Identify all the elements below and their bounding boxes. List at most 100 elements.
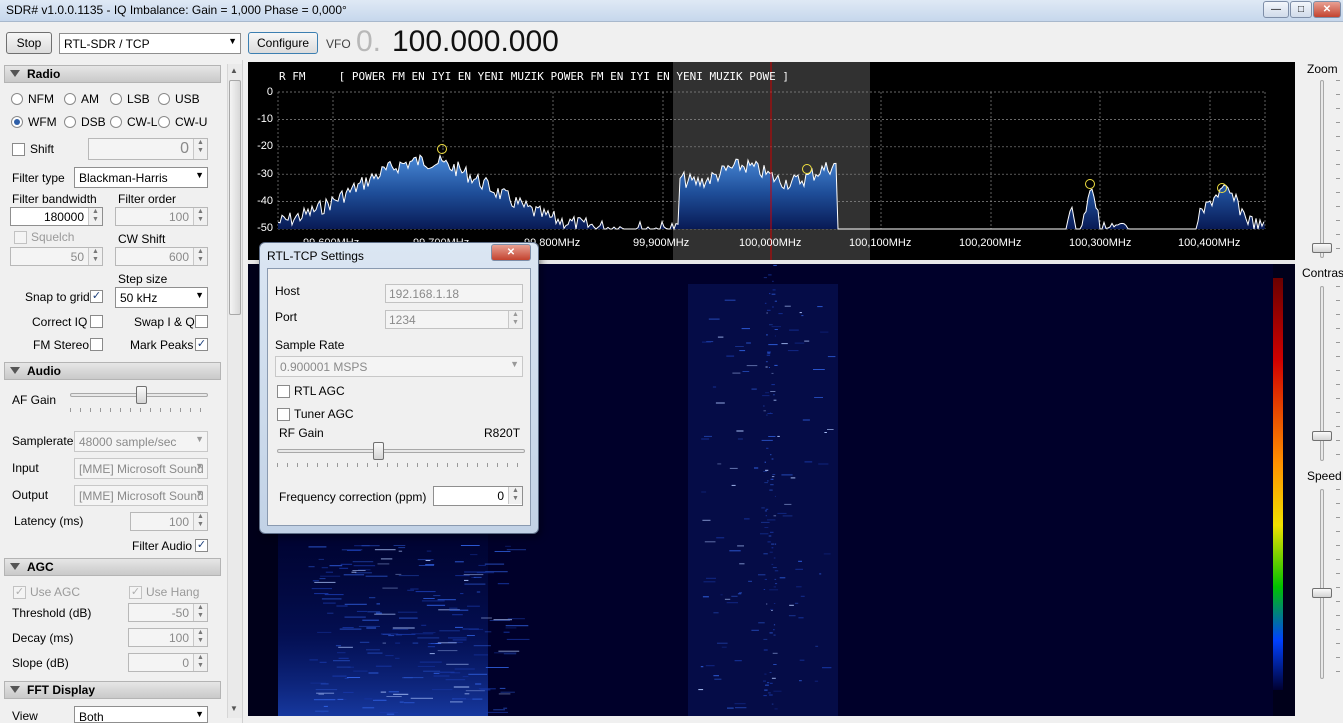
freq-correction-value: 0: [497, 489, 504, 503]
squelch-input[interactable]: 50 ▲ ▼: [10, 247, 103, 266]
latency-input[interactable]: 100 ▲ ▼: [130, 512, 208, 531]
mark-peaks-label: Mark Peaks: [130, 338, 194, 352]
port-input[interactable]: 1234 ▲ ▼: [385, 310, 523, 329]
spinner-icon[interactable]: ▲ ▼: [193, 654, 207, 671]
mode-radio-dsb[interactable]: [64, 116, 76, 128]
maximize-button[interactable]: □: [1290, 1, 1312, 18]
filter-bandwidth-input[interactable]: 180000 ▲ ▼: [10, 207, 103, 226]
input-device-select[interactable]: [MME] Microsoft Sound ▼: [74, 458, 208, 479]
configure-button[interactable]: Configure: [248, 32, 318, 54]
tuner-agc-checkbox[interactable]: [277, 408, 290, 421]
mode-radio-nfm[interactable]: [11, 93, 23, 105]
vfo-prefix: 0.: [356, 25, 382, 58]
squelch-checkbox[interactable]: [14, 231, 27, 244]
close-button[interactable]: ✕: [1313, 1, 1341, 18]
freq-label: 100,100MHz: [849, 237, 912, 249]
freq-correction-input[interactable]: 0 ▲ ▼: [433, 486, 523, 506]
spinner-icon[interactable]: ▲ ▼: [193, 139, 207, 159]
cw-shift-input[interactable]: 600 ▲ ▼: [115, 247, 208, 266]
spinner-icon[interactable]: ▲ ▼: [508, 487, 522, 504]
agc-section-title: AGC: [27, 560, 54, 574]
step-size-value: 50 kHz: [120, 291, 158, 305]
radio-section-header[interactable]: Radio: [4, 65, 221, 83]
snap-to-grid-checkbox[interactable]: ✓: [90, 290, 103, 303]
audio-section-header[interactable]: Audio: [4, 362, 221, 380]
filter-type-select[interactable]: Blackman-Harris ▼: [74, 167, 208, 188]
vfo-label: VFO: [326, 37, 351, 51]
contrast-slider[interactable]: [1312, 431, 1332, 441]
filter-order-input[interactable]: 100 ▲ ▼: [115, 207, 208, 226]
view-select[interactable]: Both ▼: [74, 706, 208, 723]
zoom-slider[interactable]: [1312, 243, 1332, 253]
fm-stereo-checkbox[interactable]: [90, 338, 103, 351]
fft-section-title: FFT Display: [27, 683, 96, 697]
use-hang-checkbox[interactable]: ✓: [129, 586, 142, 599]
spectrum-display[interactable]: R FM [ POWER FM EN IYI EN YENI MUZIK POW…: [248, 62, 1295, 260]
decay-input[interactable]: 100 ▲ ▼: [128, 628, 208, 647]
shift-checkbox[interactable]: [12, 143, 25, 156]
slope-label: Slope (dB): [12, 656, 69, 670]
scroll-down-icon[interactable]: ▼: [230, 704, 238, 713]
mode-radio-usb[interactable]: [158, 93, 170, 105]
sample-rate-label: Sample Rate: [275, 338, 345, 352]
filter-audio-checkbox[interactable]: ✓: [195, 539, 208, 552]
stop-button[interactable]: Stop: [6, 32, 52, 54]
correct-iq-checkbox[interactable]: [90, 315, 103, 328]
spinner-icon[interactable]: ▲ ▼: [193, 208, 207, 225]
zoom-track[interactable]: [1320, 80, 1324, 258]
source-select[interactable]: RTL-SDR / TCP ▼: [59, 33, 241, 54]
speed-slider[interactable]: [1312, 588, 1332, 598]
freq-label: 100,200MHz: [959, 237, 1022, 249]
snap-to-grid-label: Snap to grid: [25, 290, 90, 304]
mode-radio-cwu[interactable]: [158, 116, 170, 128]
mark-peaks-checkbox[interactable]: ✓: [195, 338, 208, 351]
spinner-icon[interactable]: ▲ ▼: [193, 604, 207, 621]
threshold-input[interactable]: -50 ▲ ▼: [128, 603, 208, 622]
spinner-icon[interactable]: ▲ ▼: [88, 208, 102, 225]
use-agc-checkbox[interactable]: ✓: [13, 586, 26, 599]
mode-label-lsb: LSB: [127, 92, 150, 106]
filter-type-label: Filter type: [12, 171, 65, 185]
agc-section-header[interactable]: AGC: [4, 558, 221, 576]
spinner-icon[interactable]: ▲ ▼: [508, 311, 522, 328]
collapse-icon: [10, 686, 20, 693]
rtl-agc-checkbox[interactable]: [277, 385, 290, 398]
mode-radio-lsb[interactable]: [110, 93, 122, 105]
minimize-button[interactable]: —: [1263, 1, 1289, 18]
rf-gain-label: RF Gain: [279, 426, 324, 440]
vfo-frequency[interactable]: 100.000.000: [392, 25, 559, 59]
mode-radio-wfm[interactable]: [11, 116, 23, 128]
left-panel-scrollbar[interactable]: ▲ ▼: [227, 64, 242, 718]
spinner-icon[interactable]: ▲ ▼: [193, 513, 207, 530]
dialog-title: RTL-TCP Settings: [267, 249, 364, 263]
chevron-down-icon: ▼: [510, 359, 519, 369]
filter-type-value: Blackman-Harris: [79, 171, 168, 185]
spinner-icon[interactable]: ▲ ▼: [193, 629, 207, 646]
mode-label-cwu: CW-U: [175, 115, 208, 129]
output-device-select[interactable]: [MME] Microsoft Sound ▼: [74, 485, 208, 506]
freq-label: 100,300MHz: [1069, 237, 1132, 249]
mode-radio-am[interactable]: [64, 93, 76, 105]
speed-track[interactable]: [1320, 489, 1324, 679]
slope-input[interactable]: 0 ▲ ▼: [128, 653, 208, 672]
shift-input[interactable]: 0 ▲ ▼: [88, 138, 208, 160]
freq-correction-label: Frequency correction (ppm): [279, 490, 427, 504]
scroll-up-icon[interactable]: ▲: [230, 66, 238, 75]
af-gain-slider[interactable]: [136, 386, 147, 404]
filter-audio-label: Filter Audio: [132, 539, 193, 553]
mode-radio-cwl[interactable]: [110, 116, 122, 128]
spinner-icon[interactable]: ▲ ▼: [88, 248, 102, 265]
rf-gain-slider[interactable]: [373, 442, 384, 460]
swap-iq-checkbox[interactable]: [195, 315, 208, 328]
spinner-icon[interactable]: ▲ ▼: [193, 248, 207, 265]
samplerate-select[interactable]: 48000 sample/sec ▼: [74, 431, 208, 452]
scroll-thumb[interactable]: [229, 80, 241, 315]
sample-rate-select[interactable]: 0.900001 MSPS ▼: [275, 356, 523, 377]
fft-section-header[interactable]: FFT Display: [4, 681, 221, 699]
rf-gain-track[interactable]: [277, 449, 525, 453]
step-size-select[interactable]: 50 kHz ▼: [115, 287, 208, 308]
dialog-close-button[interactable]: ✕: [491, 244, 531, 261]
spectrum-plot[interactable]: [248, 62, 1295, 260]
host-input[interactable]: 192.168.1.18: [385, 284, 523, 303]
rtl-tcp-settings-dialog[interactable]: RTL-TCP Settings ✕ Host 192.168.1.18 Por…: [259, 242, 539, 534]
